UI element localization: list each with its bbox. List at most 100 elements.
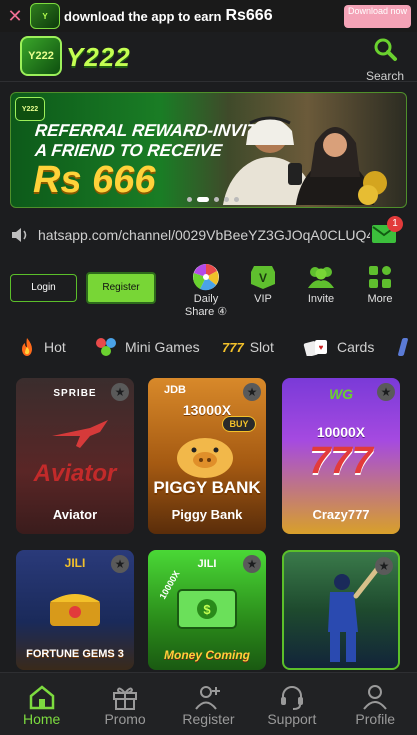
invite-button[interactable]: Invite bbox=[296, 262, 346, 305]
game-card-fortune-gems-3[interactable]: JILI FORTUNE GEMS 3 ★ bbox=[16, 550, 134, 670]
nav-promo-label: Promo bbox=[104, 711, 146, 727]
person-icon bbox=[363, 685, 388, 710]
provider-label: JDB bbox=[163, 384, 186, 396]
nav-home-label: Home bbox=[23, 711, 61, 727]
favorite-star-icon[interactable]: ★ bbox=[375, 557, 393, 575]
login-button[interactable]: Login bbox=[10, 274, 77, 302]
banner-dot[interactable] bbox=[224, 197, 229, 202]
fortune-gems-art-title: FORTUNE GEMS 3 bbox=[26, 648, 124, 660]
download-banner-text: download the app to earn bbox=[64, 8, 222, 24]
banner-logo-icon: Y222 bbox=[15, 97, 45, 121]
favorite-star-icon[interactable]: ★ bbox=[111, 383, 129, 401]
bottom-navigation: Home Promo Register Support Profile bbox=[0, 672, 417, 735]
daily-share-button[interactable]: Daily Share ④ bbox=[180, 262, 232, 318]
more-icon bbox=[369, 266, 391, 288]
airplane-icon bbox=[52, 420, 108, 448]
slot-777-icon: 777 bbox=[222, 339, 244, 355]
gift-icon bbox=[113, 687, 138, 710]
download-app-banner: ✕ Y download the app to earn Rs666 Downl… bbox=[0, 0, 417, 32]
search-button[interactable]: Search bbox=[363, 36, 407, 83]
game-name: Aviator bbox=[52, 507, 98, 522]
game-card-cricket[interactable]: ★ bbox=[282, 550, 400, 670]
piggy-icon bbox=[177, 438, 233, 478]
brand-badge-icon[interactable]: Y222 bbox=[20, 36, 62, 76]
favorite-star-icon[interactable]: ★ bbox=[243, 555, 261, 573]
app-logo-icon: Y bbox=[30, 3, 60, 29]
tab-hot-label: Hot bbox=[44, 339, 66, 355]
vip-button[interactable]: V VIP bbox=[238, 262, 288, 305]
download-banner-amount: Rs666 bbox=[225, 7, 273, 24]
unread-badge: 1 bbox=[387, 216, 403, 232]
tab-more-indicator bbox=[397, 338, 409, 356]
close-icon[interactable]: ✕ bbox=[0, 6, 30, 27]
cash-icon: $ bbox=[177, 589, 237, 629]
search-label: Search bbox=[365, 69, 405, 83]
favorite-star-icon[interactable]: ★ bbox=[111, 555, 129, 573]
tab-cards-label: Cards bbox=[337, 339, 375, 355]
game-card-money-coming[interactable]: JILI 10000X $ Money Coming ★ bbox=[148, 550, 266, 670]
aviator-art-title: Aviator bbox=[33, 460, 117, 487]
cricket-player-icon bbox=[328, 565, 381, 662]
vip-label: VIP bbox=[254, 293, 272, 305]
favorite-star-icon[interactable]: ★ bbox=[243, 383, 261, 401]
banner-pagination[interactable] bbox=[187, 197, 239, 202]
brand-logo[interactable]: Y222 bbox=[66, 42, 131, 73]
nav-home[interactable]: Home bbox=[7, 673, 77, 735]
tab-mini-games-label: Mini Games bbox=[125, 339, 200, 355]
balls-icon bbox=[96, 338, 116, 356]
speaker-icon bbox=[12, 228, 27, 242]
nav-profile-label: Profile bbox=[355, 711, 396, 727]
invite-icon bbox=[308, 267, 334, 288]
game-card-aviator[interactable]: SPRIBE Aviator ★ Aviator bbox=[16, 378, 134, 534]
game-card-crazy777[interactable]: WG 10000X 777 ★ Crazy777 bbox=[282, 378, 400, 534]
nav-promo[interactable]: Promo bbox=[90, 673, 160, 735]
banner-headline-2: A FRIEND TO RECEIVE bbox=[34, 141, 224, 160]
nav-profile[interactable]: Profile bbox=[340, 673, 410, 735]
nav-support-label: Support bbox=[267, 711, 317, 727]
banner-dot[interactable] bbox=[214, 197, 219, 202]
flame-icon bbox=[22, 338, 32, 356]
site-header: Y222 Y222 Search bbox=[0, 32, 417, 83]
add-user-icon bbox=[195, 686, 221, 710]
money-coming-art-title: Money Coming bbox=[164, 648, 250, 662]
nav-register[interactable]: Register bbox=[173, 673, 243, 735]
wheel-icon bbox=[193, 264, 219, 291]
game-name: Piggy Bank bbox=[171, 507, 243, 522]
download-now-button[interactable]: Download now bbox=[344, 5, 411, 28]
game-name: Crazy777 bbox=[312, 507, 370, 522]
multiplier-label: 10000X bbox=[316, 424, 366, 440]
vip-icon: V bbox=[251, 266, 275, 289]
banner-people-image bbox=[222, 116, 387, 205]
favorite-star-icon[interactable]: ★ bbox=[377, 383, 395, 401]
piggy-art-title: PIGGY BANK bbox=[153, 478, 261, 497]
headset-icon bbox=[280, 686, 303, 710]
banner-dot-active[interactable] bbox=[197, 197, 209, 202]
tab-slot[interactable]: 777 Slot bbox=[222, 339, 274, 355]
banner-dot[interactable] bbox=[234, 197, 239, 202]
home-icon bbox=[29, 685, 54, 710]
crazy777-art-title: 777 bbox=[309, 440, 373, 482]
announcement-bar[interactable]: hatsapp.com/channel/0029VbBeeYZ3GJOqA0CL… bbox=[10, 216, 407, 248]
promo-banner[interactable]: Y222 REFERRAL REWARD-INVITE A FRIEND TO … bbox=[10, 92, 407, 208]
game-card-piggy-bank[interactable]: JDB 13000X BUY PIGGY BANK ★ Piggy Bank bbox=[148, 378, 266, 534]
announcement-text: hatsapp.com/channel/0029VbBeeYZ3GJOqA0CL… bbox=[38, 227, 370, 243]
svg-text:V: V bbox=[259, 271, 267, 285]
tab-slot-label: Slot bbox=[249, 339, 274, 355]
messages-button[interactable]: 1 bbox=[371, 216, 403, 244]
register-button[interactable]: Register bbox=[86, 272, 156, 304]
tab-cards[interactable]: ♥ Cards bbox=[303, 338, 374, 356]
tab-mini-games[interactable]: Mini Games bbox=[95, 337, 200, 357]
more-button[interactable]: More bbox=[355, 262, 405, 305]
more-label: More bbox=[367, 293, 393, 305]
invite-label: Invite bbox=[307, 293, 335, 305]
tab-hot[interactable]: Hot bbox=[18, 337, 66, 357]
svg-text:♥: ♥ bbox=[319, 343, 324, 352]
category-tabs: Hot Mini Games 777 Slot ♥ Cards bbox=[0, 332, 417, 362]
nav-support[interactable]: Support bbox=[257, 673, 327, 735]
treasure-icon bbox=[50, 594, 100, 626]
search-icon bbox=[374, 38, 397, 61]
cards-icon: ♥ bbox=[303, 340, 327, 356]
banner-dot[interactable] bbox=[187, 197, 192, 202]
daily-share-label: Daily Share ④ bbox=[184, 293, 228, 318]
nav-register-label: Register bbox=[182, 711, 235, 727]
